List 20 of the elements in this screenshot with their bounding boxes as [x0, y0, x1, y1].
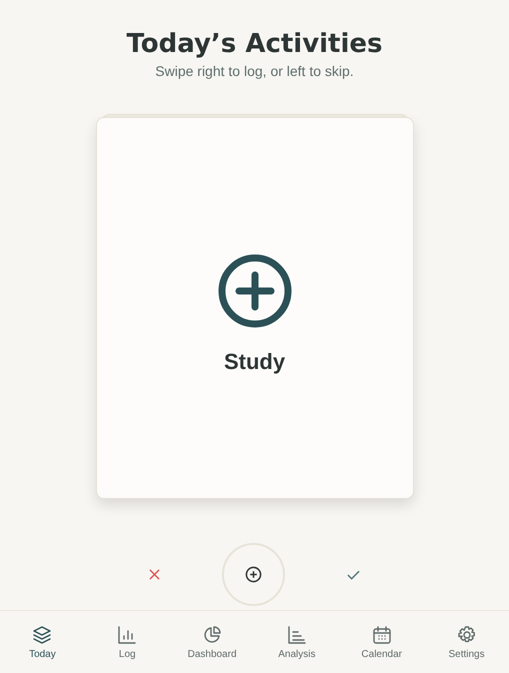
nav-tab[interactable]: Dashboard — [172, 620, 252, 664]
layers-icon — [32, 624, 52, 644]
chart-icon — [286, 624, 307, 644]
plus-circle-icon — [216, 253, 292, 329]
calendar-icon — [372, 624, 392, 644]
page-subtitle: Swipe right to log, or left to skip. — [154, 62, 355, 81]
check-icon[interactable] — [347, 570, 360, 580]
skip-icon[interactable] — [149, 569, 160, 580]
nav-tab[interactable]: Today — [2, 620, 82, 664]
nav-tab[interactable]: Log — [87, 620, 168, 664]
bar-chart-icon — [117, 624, 138, 644]
page-title: Today’s Activities — [126, 28, 383, 61]
nav-tab[interactable]: Settings — [426, 620, 507, 664]
nav-tab[interactable]: Analysis — [256, 620, 337, 664]
activity-card[interactable]: Study — [96, 117, 414, 499]
settings-icon — [456, 624, 477, 644]
pie-chart-icon — [202, 624, 222, 644]
plus-circle-icon — [245, 566, 262, 583]
nav-tab[interactable]: Calendar — [342, 620, 422, 664]
activity-name: Study — [224, 349, 286, 375]
